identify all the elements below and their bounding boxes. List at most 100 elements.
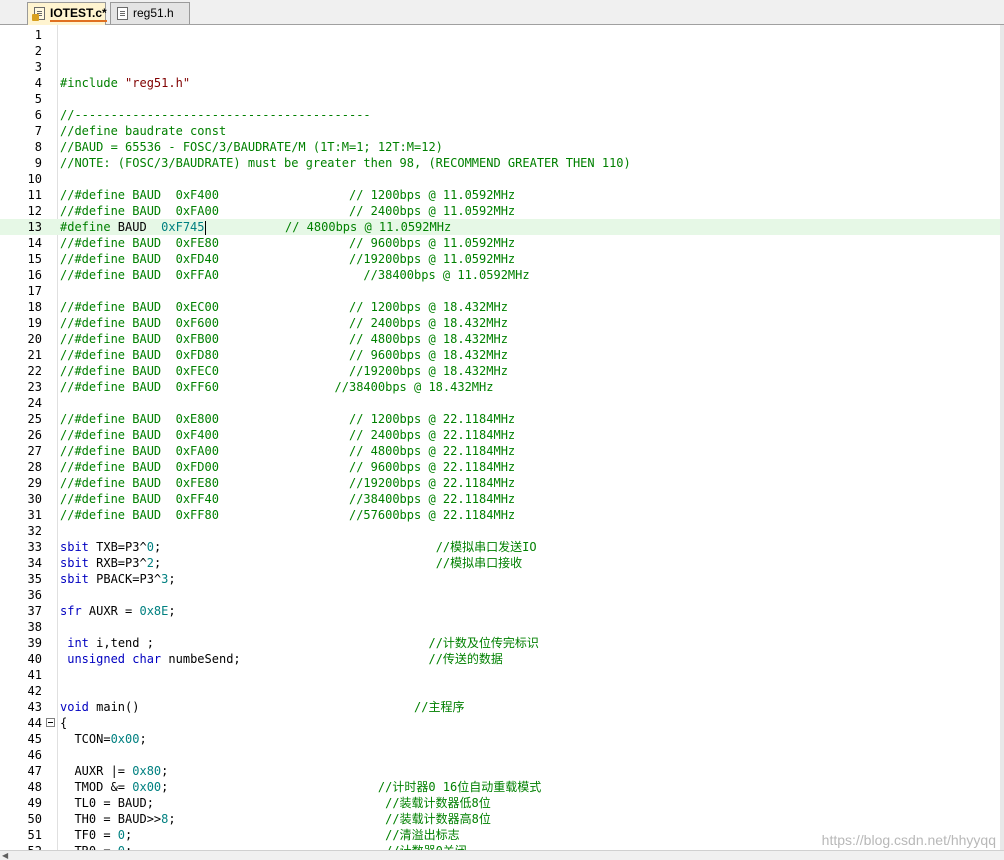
code-token-plain: ; xyxy=(161,764,169,778)
code-line[interactable]: 12 //#define BAUD 0xFA00 // 2400bps @ 11.… xyxy=(0,203,1004,219)
line-number: 7 xyxy=(34,124,42,138)
code-line[interactable]: 22 //#define BAUD 0xFEC0 //19200bps @ 18.… xyxy=(0,363,1004,379)
code-token-kw: sbit xyxy=(60,556,97,570)
code-text: //define baudrate const xyxy=(60,123,226,139)
code-token-comment: //#define BAUD 0xFE80 //19200bps @ 22.11… xyxy=(60,476,516,490)
code-token-comment: //#define BAUD 0xF400 // 1200bps @ 11.05… xyxy=(60,188,516,202)
code-line[interactable]: 49 TL0 = BAUD; //装载计数器低8位 xyxy=(0,795,1004,811)
code-token-comment: //装载计数器高8位 xyxy=(385,812,491,826)
code-line[interactable]: 21 //#define BAUD 0xFD80 // 9600bps @ 18.… xyxy=(0,347,1004,363)
code-line[interactable]: 4 #include "reg51.h" xyxy=(0,75,1004,91)
code-token-comment: //#define BAUD 0xF600 // 2400bps @ 18.43… xyxy=(60,316,508,330)
code-line[interactable]: 39 int i,tend ; //计数及位传完标识 xyxy=(0,635,1004,651)
line-number: 11 xyxy=(27,188,42,202)
horizontal-scrollbar[interactable]: ◀ xyxy=(0,850,1004,860)
code-token-comment: //#define BAUD 0xFA00 // 2400bps @ 11.05… xyxy=(60,204,516,218)
code-line[interactable]: 6 //-------------------------------------… xyxy=(0,107,1004,123)
code-line[interactable]: 26 //#define BAUD 0xF400 // 2400bps @ 22.… xyxy=(0,427,1004,443)
code-line[interactable]: 23 //#define BAUD 0xFF60 //38400bps @ 18.… xyxy=(0,379,1004,395)
code-line[interactable]: 36 xyxy=(0,587,1004,603)
code-line[interactable]: 32 xyxy=(0,523,1004,539)
code-line[interactable]: 9 //NOTE: (FOSC/3/BAUDRATE) must be great… xyxy=(0,155,1004,171)
code-line[interactable]: 5 xyxy=(0,91,1004,107)
code-line[interactable]: 27 //#define BAUD 0xFA00 // 4800bps @ 22.… xyxy=(0,443,1004,459)
code-text: #include "reg51.h" xyxy=(60,75,190,91)
code-line[interactable]: 16 //#define BAUD 0xFFA0 //38400bps @ 11.… xyxy=(0,267,1004,283)
code-text: TL0 = BAUD; //装载计数器低8位 xyxy=(60,795,490,811)
code-text: //#define BAUD 0xFF80 //57600bps @ 22.11… xyxy=(60,507,515,523)
code-line[interactable]: 14 //#define BAUD 0xFE80 // 9600bps @ 11.… xyxy=(0,235,1004,251)
line-number: 24 xyxy=(27,396,42,410)
code-line[interactable]: 19 //#define BAUD 0xF600 // 2400bps @ 18.… xyxy=(0,315,1004,331)
code-line[interactable]: 31 //#define BAUD 0xFF80 //57600bps @ 22.… xyxy=(0,507,1004,523)
code-text: //#define BAUD 0xFF40 //38400bps @ 22.11… xyxy=(60,491,515,507)
code-line[interactable]: 10 xyxy=(0,171,1004,187)
tab-iotest-c[interactable]: IOTEST.c* xyxy=(27,2,107,25)
code-token-pre: #define xyxy=(60,220,118,234)
code-line[interactable]: 44 { xyxy=(0,715,1004,731)
line-number: 5 xyxy=(34,92,42,106)
code-token-num: 0x80 xyxy=(132,764,162,778)
code-line[interactable]: 18 //#define BAUD 0xEC00 // 1200bps @ 18.… xyxy=(0,299,1004,315)
code-token-comment: //#define BAUD 0xFEC0 //19200bps @ 18.43… xyxy=(60,364,508,378)
code-line[interactable]: 48 TMOD &= 0x00; //计时器0 16位自动重载模式 xyxy=(0,779,1004,795)
code-line[interactable]: 15 //#define BAUD 0xFD40 //19200bps @ 11.… xyxy=(0,251,1004,267)
code-text: //#define BAUD 0xFB00 // 4800bps @ 18.43… xyxy=(60,331,508,347)
code-line[interactable]: 3 xyxy=(0,59,1004,75)
code-line[interactable]: 33 sbit TXB=P3^0; //模拟串口发送IO xyxy=(0,539,1004,555)
code-line[interactable]: 1 xyxy=(0,27,1004,43)
code-token-comment: //#define BAUD 0xFE80 // 9600bps @ 11.05… xyxy=(60,236,516,250)
code-token-comment: // 4800bps @ 11.0592MHz xyxy=(285,220,452,234)
code-token-kw: unsigned char xyxy=(67,652,169,666)
code-line[interactable]: 7 //define baudrate const xyxy=(0,123,1004,139)
code-line[interactable]: 38 xyxy=(0,619,1004,635)
code-line[interactable]: 17 xyxy=(0,283,1004,299)
code-line[interactable]: 47 AUXR |= 0x80; xyxy=(0,763,1004,779)
line-number: 23 xyxy=(27,380,42,394)
code-line[interactable]: 46 xyxy=(0,747,1004,763)
code-line[interactable]: 41 xyxy=(0,667,1004,683)
code-token-comment: //#define BAUD 0xFD40 //19200bps @ 11.05… xyxy=(60,252,516,266)
code-token-plain: AUXR |= xyxy=(60,764,133,778)
code-editor[interactable]: 1 2 3 4 #include "reg51.h" 5 6//--------------… xyxy=(0,25,1004,860)
code-text: sbit RXB=P3^2; //模拟串口接收 xyxy=(60,555,522,571)
tab-reg51-h[interactable]: reg51.h xyxy=(110,2,190,24)
line-number: 49 xyxy=(27,796,42,810)
code-text: TH0 = BAUD>>8; //装载计数器高8位 xyxy=(60,811,491,827)
code-token-comment: //#define BAUD 0xF400 // 2400bps @ 22.11… xyxy=(60,428,516,442)
line-number: 10 xyxy=(27,172,42,186)
code-line[interactable]: 35 sbit PBACK=P3^3; xyxy=(0,571,1004,587)
code-token-plain: ; xyxy=(168,812,386,826)
code-line[interactable]: 11 //#define BAUD 0xF400 // 1200bps @ 11.… xyxy=(0,187,1004,203)
fold-collapse-icon[interactable] xyxy=(46,718,55,727)
code-text: //#define BAUD 0xFFA0 //38400bps @ 11.05… xyxy=(60,267,530,283)
line-number: 32 xyxy=(27,524,42,538)
line-number: 31 xyxy=(27,508,42,522)
code-line[interactable]: 43 void main() //主程序 xyxy=(0,699,1004,715)
code-line[interactable]: 28 //#define BAUD 0xFD00 // 9600bps @ 22.… xyxy=(0,459,1004,475)
code-line[interactable]: 13 #define BAUD 0xF745 // 4800bps @ 11.05… xyxy=(0,219,1004,235)
code-line[interactable]: 50 TH0 = BAUD>>8; //装载计数器高8位 xyxy=(0,811,1004,827)
line-number: 19 xyxy=(27,316,42,330)
code-token-num: 0x00 xyxy=(132,780,162,794)
vertical-scrollbar[interactable] xyxy=(1000,25,1004,860)
code-line[interactable]: 42 xyxy=(0,683,1004,699)
code-line[interactable]: 40 unsigned char numbeSend; //传送的数据 xyxy=(0,651,1004,667)
code-token-comment: //#define BAUD 0xFF40 //38400bps @ 22.11… xyxy=(60,492,516,506)
code-line[interactable]: 25 //#define BAUD 0xE800 // 1200bps @ 22.… xyxy=(0,411,1004,427)
code-line[interactable]: 8 //BAUD = 65536 - FOSC/3/BAUDRATE/M (1T:… xyxy=(0,139,1004,155)
code-line[interactable]: 2 xyxy=(0,43,1004,59)
code-line[interactable]: 30 //#define BAUD 0xFF40 //38400bps @ 22.… xyxy=(0,491,1004,507)
code-text: sfr AUXR = 0x8E; xyxy=(60,603,176,619)
scroll-left-arrow-icon[interactable]: ◀ xyxy=(2,852,10,860)
code-text: //#define BAUD 0xFF60 //38400bps @ 18.43… xyxy=(60,379,493,395)
code-line[interactable]: 34 sbit RXB=P3^2; //模拟串口接收 xyxy=(0,555,1004,571)
code-line[interactable]: 29 //#define BAUD 0xFE80 //19200bps @ 22.… xyxy=(0,475,1004,491)
code-line[interactable]: 24 xyxy=(0,395,1004,411)
code-line[interactable]: 37 sfr AUXR = 0x8E; xyxy=(0,603,1004,619)
code-token-plain: TMOD &= xyxy=(60,780,133,794)
code-line[interactable]: 45 TCON=0x00; xyxy=(0,731,1004,747)
code-text: sbit TXB=P3^0; //模拟串口发送IO xyxy=(60,539,537,555)
code-line[interactable]: 20 //#define BAUD 0xFB00 // 4800bps @ 18.… xyxy=(0,331,1004,347)
code-text: //#define BAUD 0xFE80 //19200bps @ 22.11… xyxy=(60,475,515,491)
